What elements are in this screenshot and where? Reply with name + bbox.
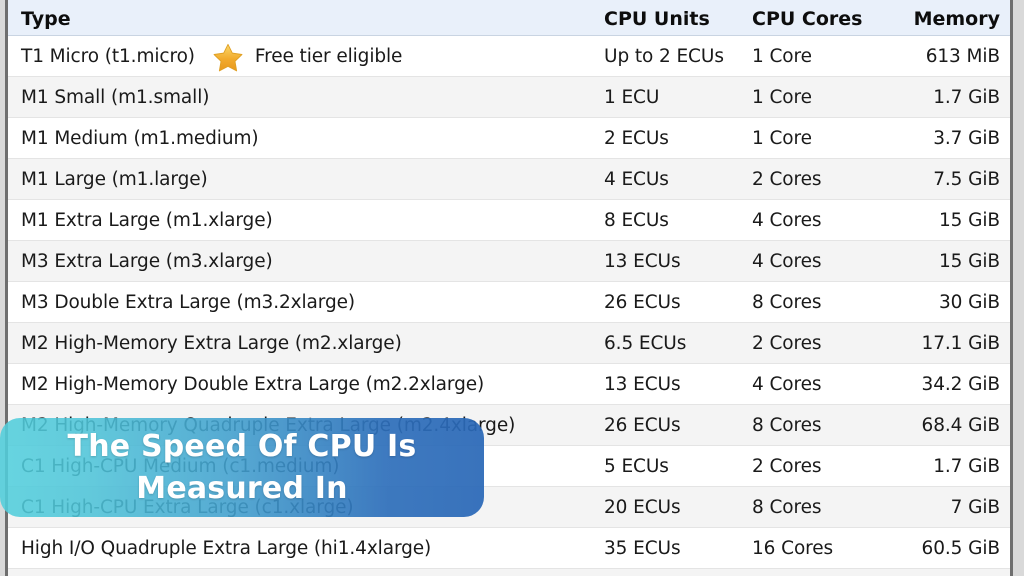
cell-type: M2 High-Memory Extra Large (m2.xlarge) xyxy=(8,323,604,364)
cell-memory: 613 MiB xyxy=(925,45,1000,67)
cell-cpu-cores: 4 Cores xyxy=(752,250,822,272)
cell-type: M3 Double Extra Large (m3.2xlarge) xyxy=(8,282,604,323)
cell-cpu-units: 13 ECUs xyxy=(604,250,681,272)
screenshot-stage: Type CPU Units CPU Cores Memory T1 Micro… xyxy=(0,0,1024,576)
instance-type-name: M1 Medium (m1.medium) xyxy=(21,127,259,149)
cell-cpu-cores: 8 Cores xyxy=(752,291,822,313)
table-row[interactable]: M1 Large (m1.large) 4 ECUs 2 Cores 7.5 GiB xyxy=(8,158,1010,200)
cell-cpu-cores: 1 Core xyxy=(752,86,812,108)
cell-cpu-cores: 16 Cores xyxy=(752,569,900,576)
cell-cpu-units: 20 ECUs xyxy=(604,496,681,518)
cell-cpu-units: 26 ECUs xyxy=(604,291,681,313)
table-row[interactable]: M3 Extra Large (m3.xlarge) 13 ECUs 4 Cores… xyxy=(8,240,1010,282)
cell-memory: 17.1 GiB xyxy=(921,332,1001,354)
cell-cpu-units: 2 ECUs xyxy=(604,127,669,149)
table-row[interactable]: High Storage Eight Extra Large (hs1.8xla… xyxy=(8,568,1010,576)
instance-type-name: M1 Large (m1.large) xyxy=(21,168,208,190)
cell-cpu-units: 6.5 ECUs xyxy=(604,332,687,354)
cell-cpu-cores: 1 Core xyxy=(752,45,812,67)
table-row[interactable]: M2 High-Memory Double Extra Large (m2.2x… xyxy=(8,363,1010,405)
cell-cpu-units: Up to 2 ECUs xyxy=(604,45,724,67)
cell-cpu-units: 35 ECUs xyxy=(604,569,752,576)
cell-cpu-cores: 8 Cores xyxy=(752,414,822,436)
cell-type: M1 Small (m1.small) xyxy=(8,77,604,118)
cell-memory: 1.7 GiB xyxy=(933,455,1000,477)
cell-cpu-cores: 8 Cores xyxy=(752,496,822,518)
table-row[interactable]: T1 Micro (t1.micro) Free tier eligible Up … xyxy=(8,35,1010,77)
cell-type: High I/O Quadruple Extra Large (hi1.4xla… xyxy=(8,528,604,569)
cell-cpu-units: 4 ECUs xyxy=(604,168,669,190)
cell-type: M1 Medium (m1.medium) xyxy=(8,118,604,159)
cell-cpu-cores: 2 Cores xyxy=(752,332,822,354)
cell-cpu-cores: 4 Cores xyxy=(752,209,822,231)
caption-overlay: The Speed Of CPU Is Measured In xyxy=(0,418,484,517)
cell-memory: 68.4 GiB xyxy=(921,414,1001,436)
cell-cpu-cores: 2 Cores xyxy=(752,168,822,190)
cell-type: T1 Micro (t1.micro) Free tier eligible xyxy=(8,36,604,77)
table-header: Type CPU Units CPU Cores Memory xyxy=(8,0,1010,36)
cell-memory: 117 GiB xyxy=(900,569,1010,576)
table-row[interactable]: M3 Double Extra Large (m3.2xlarge) 26 ECU… xyxy=(8,281,1010,323)
cell-type: M2 High-Memory Double Extra Large (m2.2x… xyxy=(8,364,604,405)
instance-type-name: M1 Small (m1.small) xyxy=(21,86,210,108)
table-row[interactable]: High I/O Quadruple Extra Large (hi1.4xla… xyxy=(8,527,1010,569)
instance-type-name: High I/O Quadruple Extra Large (hi1.4xla… xyxy=(21,537,432,559)
cell-cpu-cores: 1 Core xyxy=(752,127,812,149)
column-header-type[interactable]: Type xyxy=(8,0,604,36)
cell-memory: 34.2 GiB xyxy=(921,373,1001,395)
instance-type-name: T1 Micro (t1.micro) xyxy=(21,45,195,67)
caption-line-2: Measured In xyxy=(136,470,348,506)
cell-type: M1 Large (m1.large) xyxy=(8,159,604,200)
table-row[interactable]: M1 Small (m1.small) 1 ECU 1 Core 1.7 GiB xyxy=(8,76,1010,118)
instance-type-name: M3 Double Extra Large (m3.2xlarge) xyxy=(21,291,355,313)
cell-type: M1 Extra Large (m1.xlarge) xyxy=(8,200,604,241)
cell-type: High Storage Eight Extra Large (hs1.8xla… xyxy=(8,569,604,576)
cell-memory: 60.5 GiB xyxy=(921,537,1001,559)
cell-cpu-units: 26 ECUs xyxy=(604,414,681,436)
table-row[interactable]: M1 Extra Large (m1.xlarge) 8 ECUs 4 Cores 1… xyxy=(8,199,1010,241)
cell-cpu-units: 35 ECUs xyxy=(604,537,681,559)
cell-cpu-units: 8 ECUs xyxy=(604,209,669,231)
cell-memory: 7.5 GiB xyxy=(933,168,1000,190)
free-tier-label: Free tier eligible xyxy=(254,45,403,67)
instance-type-name: M2 High-Memory Extra Large (m2.xlarge) xyxy=(21,332,402,354)
instance-type-name: M1 Extra Large (m1.xlarge) xyxy=(21,209,273,231)
cell-memory: 15 GiB xyxy=(939,209,1000,231)
instance-type-name: M2 High-Memory Double Extra Large (m2.2x… xyxy=(21,373,485,395)
star-icon xyxy=(213,43,243,72)
cell-type: M3 Extra Large (m3.xlarge) xyxy=(8,241,604,282)
cell-cpu-units: 13 ECUs xyxy=(604,373,681,395)
cell-cpu-units: 1 ECU xyxy=(604,86,660,108)
column-header-memory[interactable]: Memory xyxy=(900,0,1010,36)
instance-type-name: M3 Extra Large (m3.xlarge) xyxy=(21,250,273,272)
cell-cpu-cores: 2 Cores xyxy=(752,455,822,477)
table-row[interactable]: M1 Medium (m1.medium) 2 ECUs 1 Core 3.7 GiB xyxy=(8,117,1010,159)
column-header-cpu-units[interactable]: CPU Units xyxy=(604,0,752,36)
column-header-cpu-cores[interactable]: CPU Cores xyxy=(752,0,900,36)
table-header-row: Type CPU Units CPU Cores Memory xyxy=(8,0,1010,36)
free-tier-cell: T1 Micro (t1.micro) Free tier eligible xyxy=(21,42,402,71)
table-row[interactable]: M2 High-Memory Extra Large (m2.xlarge) 6.… xyxy=(8,322,1010,364)
cell-cpu-cores: 16 Cores xyxy=(752,537,834,559)
cell-cpu-units: 5 ECUs xyxy=(604,455,669,477)
caption-line-1: The Speed Of CPU Is xyxy=(67,428,417,464)
cell-memory: 15 GiB xyxy=(939,250,1000,272)
cell-memory: 3.7 GiB xyxy=(933,127,1000,149)
cell-memory: 1.7 GiB xyxy=(933,86,1000,108)
cell-memory: 7 GiB xyxy=(950,496,1000,518)
cell-cpu-cores: 4 Cores xyxy=(752,373,822,395)
cell-memory: 30 GiB xyxy=(939,291,1000,313)
